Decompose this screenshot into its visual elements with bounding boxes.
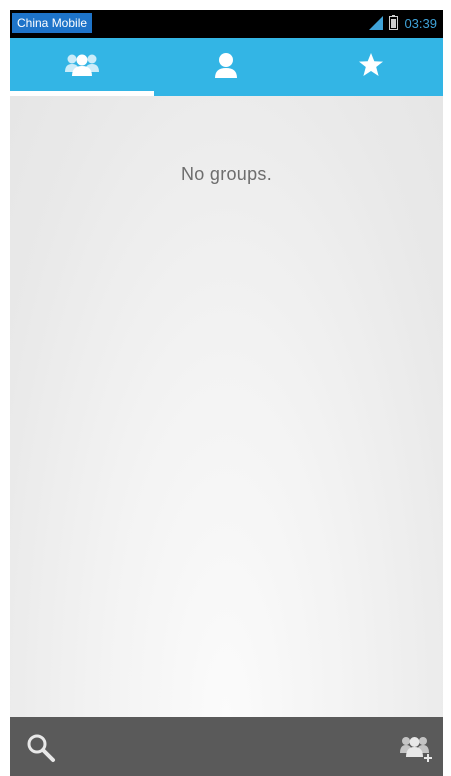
- carrier-label: China Mobile: [12, 13, 93, 33]
- search-icon[interactable]: [24, 731, 58, 765]
- groups-content: No groups.: [10, 96, 443, 718]
- status-bar: China Mobile 03:39: [10, 10, 443, 38]
- tab-favorites[interactable]: [299, 38, 443, 96]
- signal-icon: [369, 15, 384, 34]
- phone-screen: China Mobile 03:39 No groups.: [10, 10, 443, 776]
- star-icon: [358, 52, 384, 82]
- bottom-action-bar: [10, 717, 443, 776]
- battery-icon: [389, 14, 399, 34]
- groups-icon: [63, 52, 101, 82]
- add-group-icon[interactable]: [397, 733, 433, 763]
- empty-groups-message: No groups.: [180, 164, 273, 184]
- status-clock: 03:39: [404, 16, 437, 31]
- tab-contacts[interactable]: [154, 38, 298, 96]
- status-icons: 03:39: [369, 14, 437, 34]
- tab-bar: [10, 38, 443, 96]
- person-icon: [213, 51, 239, 83]
- tab-groups[interactable]: [10, 38, 155, 96]
